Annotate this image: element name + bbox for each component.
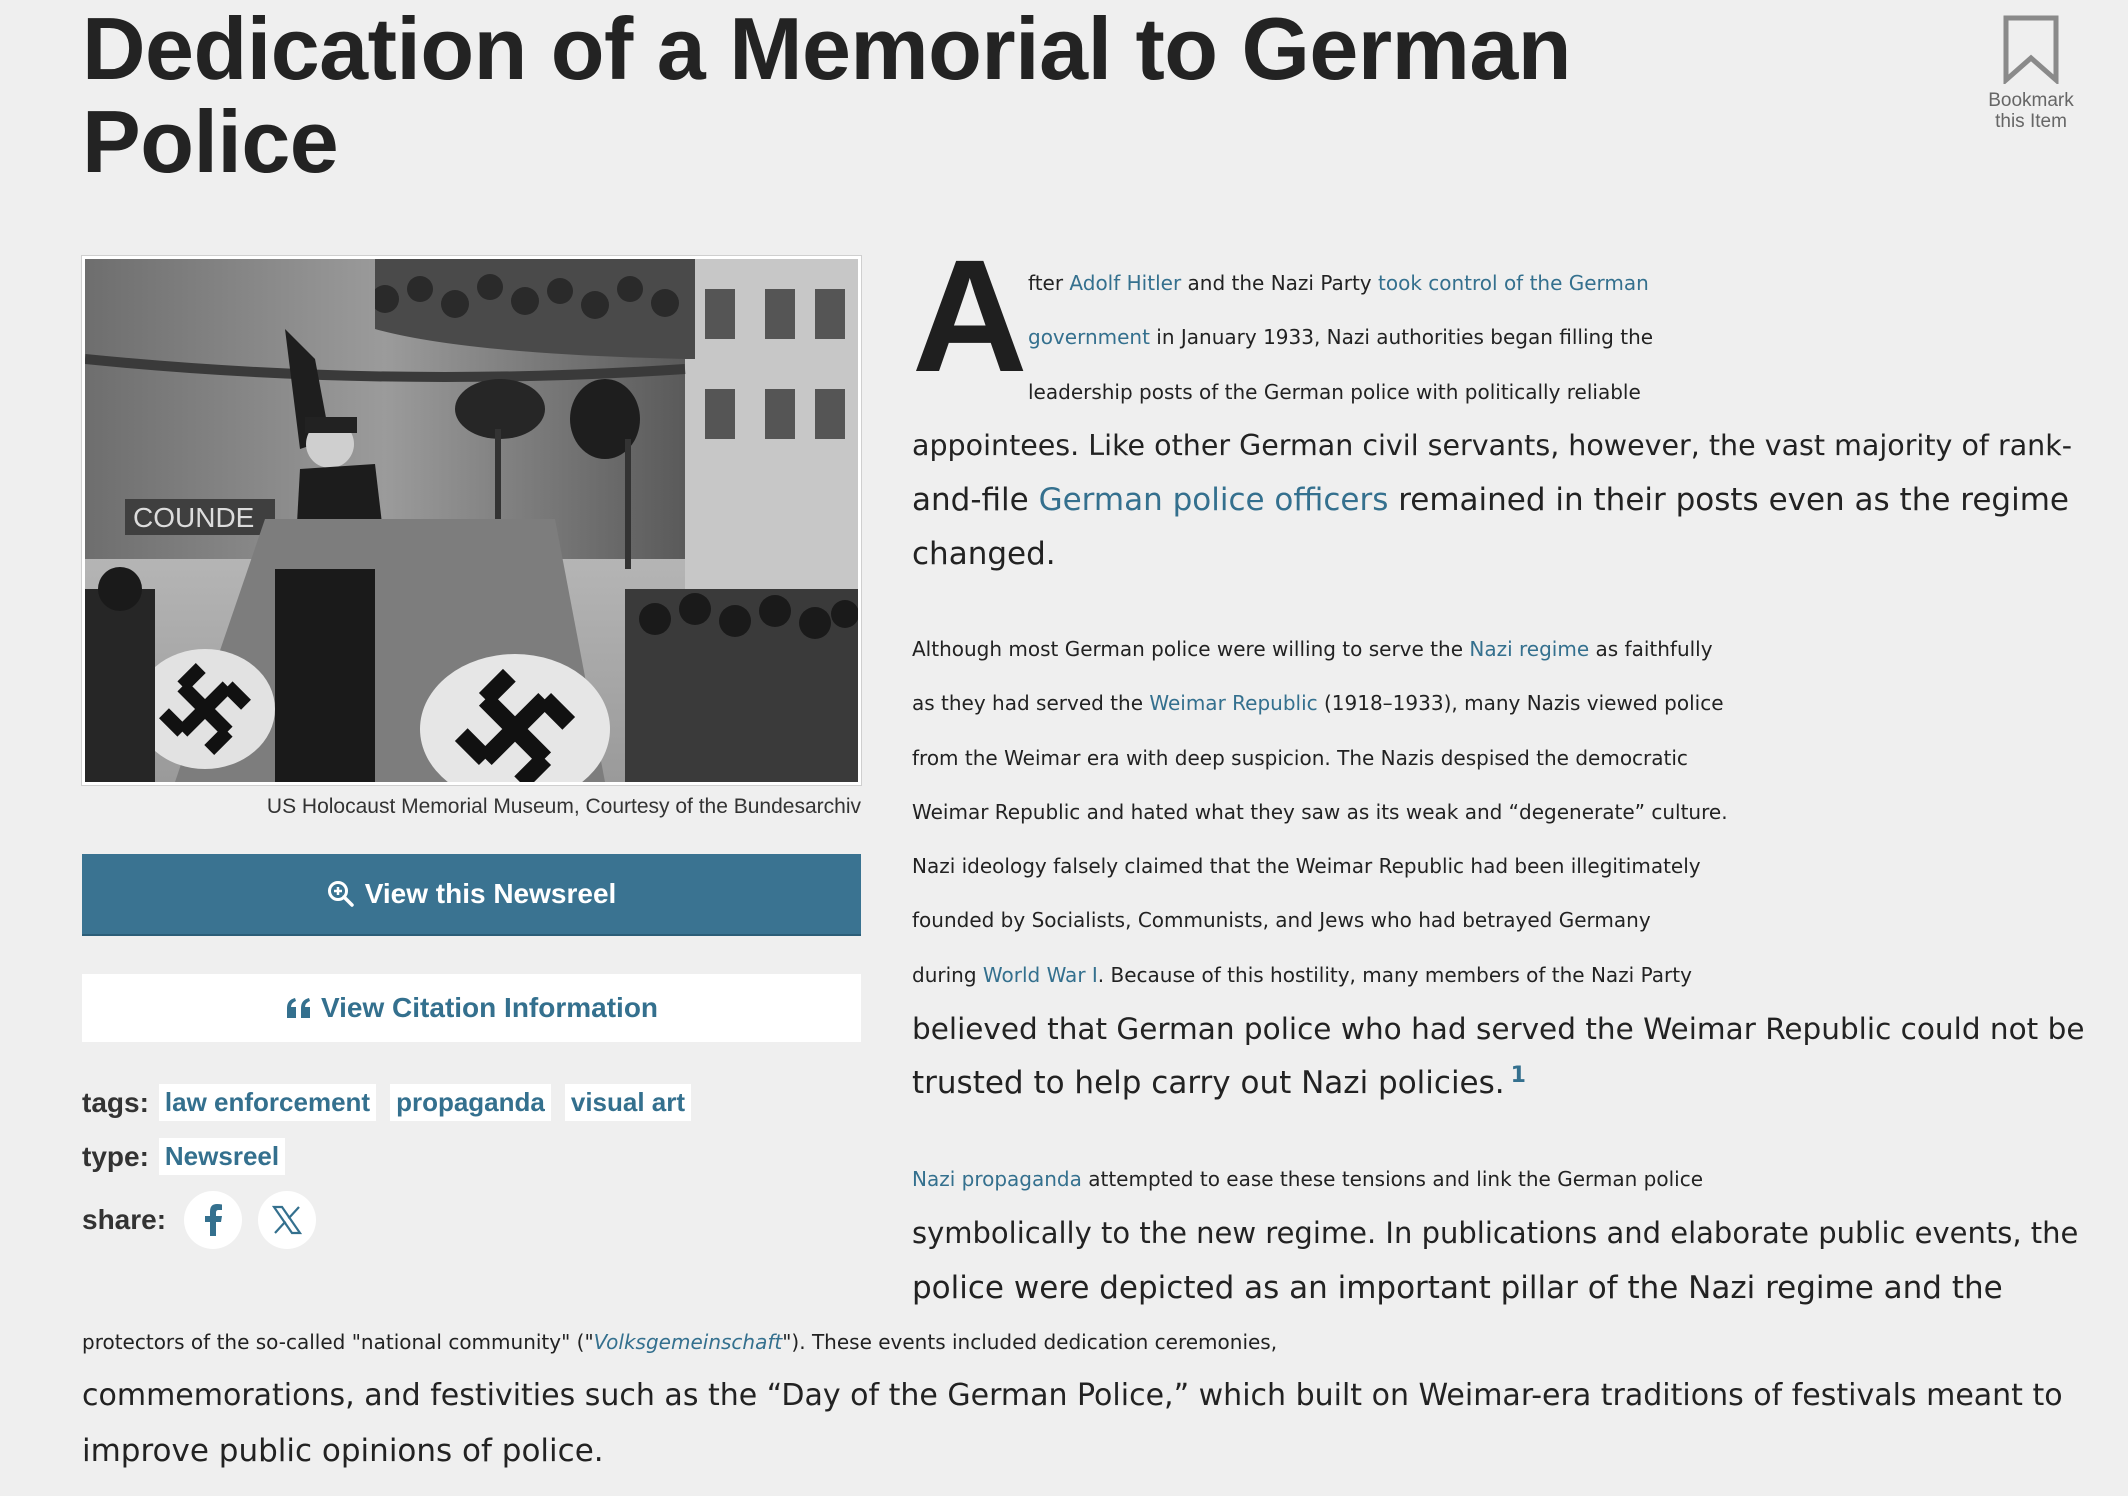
page-title: Dedication of a Memorial to German Polic… [82, 2, 1682, 188]
type-link[interactable]: Newsreel [158, 1138, 286, 1175]
text-run: . Because of this hostility, many member… [1097, 962, 1692, 987]
text-run: trusted to help carry out Nazi policies. [912, 1065, 1505, 1102]
tags-label: tags: [82, 1086, 149, 1118]
type-row: type: Newsreel [82, 1138, 299, 1175]
share-label: share: [82, 1204, 167, 1235]
view-citation-label: View Citation Information [320, 992, 659, 1023]
text-run: and the Nazi Party [1181, 271, 1378, 295]
paragraph-line: police were depicted as an important pil… [912, 1269, 2003, 1306]
link-weimar-republic[interactable]: Weimar Republic [1149, 691, 1317, 715]
paragraph-line: Nazi propaganda attempted to ease these … [912, 1152, 2078, 1206]
link-world-war-i[interactable]: World War I [983, 963, 1098, 987]
paragraph-line: during World War I. Because of this host… [912, 948, 2085, 1002]
paragraph-line: government in January 1933, Nazi authori… [912, 310, 2072, 364]
bookmark-label-line-1: Bookmark [1988, 90, 2074, 111]
paragraph-line: Although most German police were willing… [912, 622, 2085, 676]
image-caption: US Holocaust Memorial Museum, Courtesy o… [266, 795, 861, 818]
paragraph-3: Nazi propaganda attempted to ease these … [912, 1152, 2078, 1315]
tag-link[interactable]: propaganda [390, 1084, 551, 1121]
zoom-in-icon [327, 881, 354, 907]
paragraph-line: believed that German police who had serv… [912, 1012, 2085, 1047]
paragraph-line: trusted to help carry out Nazi policies.… [912, 1056, 2085, 1110]
text-run: attempted to ease these tensions and lin… [1081, 1167, 1704, 1191]
paragraph-line: protectors of the so-called "national co… [82, 1315, 2063, 1369]
share-row: share: [82, 1191, 324, 1249]
link-took-control-cont[interactable]: government [1028, 325, 1150, 349]
bookmark-button[interactable]: Bookmark this Item [1965, 14, 2097, 132]
link-took-control[interactable]: took control of the German [1378, 271, 1649, 295]
paragraph-line: commemorations, and festivities such as … [82, 1378, 2063, 1414]
x-icon [272, 1205, 303, 1235]
newsreel-figure: COUNDE US Holocaust Memorial Museum, Cou… [82, 256, 861, 819]
tags-row: tags: law enforcement propaganda visual … [82, 1084, 705, 1121]
bookmark-icon [2003, 15, 2059, 84]
text-run: during [912, 962, 983, 987]
paragraph-line: Nazi ideology falsely claimed that the W… [912, 854, 1701, 879]
building-sign-text: COUNDE [133, 502, 254, 533]
share-facebook-button[interactable] [184, 1191, 243, 1249]
share-x-button[interactable] [258, 1191, 317, 1249]
link-nazi-regime[interactable]: Nazi regime [1469, 637, 1589, 661]
text-run: Although most German police were willing… [912, 637, 1470, 661]
paragraph-line: Weimar Republic and hated what they saw … [912, 799, 1728, 824]
paragraph-1: fter Adolf Hitler and the Nazi Party too… [912, 256, 2072, 582]
text-run: as they had served the [912, 691, 1150, 716]
newsreel-still-image[interactable]: COUNDE [82, 256, 861, 785]
tag-link[interactable]: law enforcement [158, 1084, 377, 1121]
paragraph-line: appointees. Like other German civil serv… [912, 428, 2073, 462]
link-nazi-propaganda[interactable]: Nazi propaganda [912, 1167, 1082, 1191]
bookmark-label-line-2: this Item [1995, 111, 2067, 132]
paragraph-line: founded by Socialists, Communists, and J… [912, 908, 1651, 933]
view-newsreel-label: View this Newsreel [364, 878, 617, 909]
paragraph-3-continued: protectors of the so-called "national co… [82, 1315, 2063, 1478]
view-newsreel-button[interactable]: View this Newsreel [82, 854, 861, 934]
link-volksgemeinschaft[interactable]: Volksgemeinschaft [594, 1330, 783, 1354]
quote-icon [286, 998, 310, 1018]
facebook-icon [205, 1204, 223, 1236]
paragraph-line: leadership posts of the German police wi… [1028, 379, 1641, 404]
paragraph-line: changed. [912, 536, 1056, 573]
text-run: fter [1028, 271, 1070, 295]
text-run: as faithfully [1589, 637, 1713, 661]
page-title-line-1: Dedication of a Memorial to German [82, 0, 1572, 98]
paragraph-line: and-file German police officers remained… [912, 473, 2072, 527]
paragraph-line: as they had served the Weimar Republic (… [912, 676, 2085, 730]
paragraph-2: Although most German police were willing… [912, 622, 2085, 1111]
text-run: remained in their posts even as the regi… [1388, 482, 2069, 519]
paragraph-line: fter Adolf Hitler and the Nazi Party too… [912, 256, 2072, 310]
view-citation-button[interactable]: View Citation Information [82, 974, 861, 1042]
bookmark-label: Bookmark this Item [1965, 90, 2097, 132]
text-run: (1918–1933), many Nazis viewed police [1317, 691, 1724, 716]
tag-link[interactable]: visual art [564, 1084, 692, 1121]
type-label: type: [82, 1140, 149, 1172]
link-german-police-officers[interactable]: German police officers [1039, 482, 1389, 518]
paragraph-line: from the Weimar era with deep suspicion.… [912, 745, 1688, 770]
text-run: in January 1933, Nazi authorities began … [1149, 325, 1654, 350]
paragraph-line: symbolically to the new regime. In publi… [912, 1216, 2079, 1251]
footnote-link[interactable]: 1 [1511, 1063, 1526, 1088]
page-title-line-2: Police [82, 92, 339, 191]
paragraph-line: improve public opinions of police. [82, 1432, 604, 1469]
text-run: and-file [912, 482, 1039, 519]
text-run: "). These events included dedication cer… [782, 1330, 1278, 1354]
link-adolf-hitler[interactable]: Adolf Hitler [1069, 271, 1181, 295]
text-run: protectors of the so-called "national co… [82, 1330, 594, 1354]
